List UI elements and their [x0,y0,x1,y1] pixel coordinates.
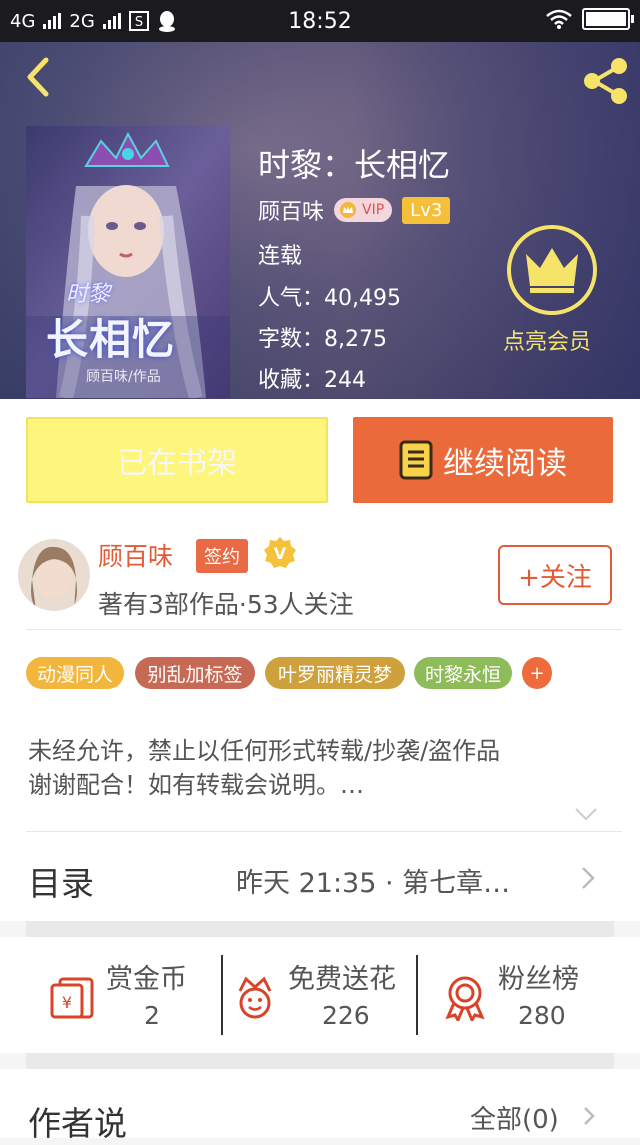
tag-list: 动漫同人 别乱加标签 叶罗丽精灵梦 时黎永恒 + [0,631,640,715]
status-bar: 4G 2G S 18:52 [0,0,640,42]
flower-icon [238,976,272,1019]
divider [26,831,622,832]
signed-badge: 签约 [196,539,248,573]
book-popularity: 人气：40,495 [258,286,401,311]
red-envelope-icon: ¥ [50,977,94,1019]
status-right [546,8,634,30]
author-section: 顾百味 签约 V 著有3部作品·53人关注 +关注 [0,521,640,631]
divider [26,629,622,630]
chevron-down-icon[interactable] [574,807,598,821]
member-button[interactable]: 点亮会员 [500,224,600,356]
book-header: 时黎 长相忆 顾百味/作品 时黎：长相忆 顾百味 VIP Lv3 连载 人气：4… [0,42,640,399]
flowers-label: 免费送花 [288,964,396,995]
avatar[interactable] [18,539,90,611]
medal-icon [445,976,485,1021]
verified-v-icon: V [264,537,296,568]
author-row: 顾百味 VIP Lv3 [258,194,451,226]
book-words: 字数：8,275 [258,327,387,352]
author-stats: 著有3部作品·53人关注 [98,590,354,619]
avatar-image [18,539,90,611]
add-tag-button[interactable]: + [522,657,552,689]
toc-label: 目录 [28,864,94,903]
chevron-right-icon [584,1107,595,1125]
table-of-contents-row[interactable]: 目录 昨天 21:35 · 第七章… [0,833,640,921]
fans-label: 粉丝榜 [498,964,579,995]
crown-ring-icon [507,225,597,315]
separator [221,955,223,1035]
tag-item[interactable]: 时黎永恒 [414,657,512,689]
author-says-row[interactable]: 作者说 全部(0) [0,1069,640,1143]
level-badge: Lv3 [402,196,451,224]
cover-title: 长相忆 [46,315,176,364]
stats-row: ¥ 赏金币 2 免费送花 226 粉丝榜 280 [0,937,640,1053]
description-line-1: 未经允许，禁止以任何形式转载/抄袭/盗作品 [28,737,501,765]
coins-value: 2 [144,1001,160,1030]
wifi-icon [546,9,572,29]
book-author[interactable]: 顾百味 [258,194,324,226]
tag-item[interactable]: 动漫同人 [26,657,124,689]
book-icon [399,440,433,480]
fans-value: 280 [518,1001,566,1030]
tag-item[interactable]: 叶罗丽精灵梦 [265,657,405,689]
description-line-2: 谢谢配合！如有转载会说明。… [28,771,364,799]
follow-button[interactable]: +关注 [498,545,612,605]
shelf-button[interactable]: 已在书架 [26,417,328,503]
separator [416,955,418,1035]
battery-icon [582,8,634,30]
section-gap [26,921,614,937]
book-favorites: 收藏：244 [258,368,366,393]
svg-text:¥: ¥ [62,993,72,1012]
author-name[interactable]: 顾百味 [98,537,173,573]
description-section[interactable]: 未经允许，禁止以任何形式转载/抄袭/盗作品 谢谢配合！如有转载会说明。… [0,715,640,833]
back-arrow-icon[interactable] [18,54,62,100]
share-icon[interactable] [580,56,630,106]
member-label: 点亮会员 [502,330,591,355]
cover-text: 时黎 [66,282,111,307]
chevron-right-icon [582,867,595,889]
clock: 18:52 [288,9,352,34]
action-bar: 已在书架 继续阅读 [0,399,640,521]
coins-label: 赏金币 [106,964,187,995]
book-title: 时黎：长相忆 [258,146,451,184]
toc-latest: 昨天 21:35 · 第七章… [236,868,511,899]
svg-text:V: V [274,544,287,563]
section-gap [26,1053,614,1069]
book-status: 连载 [258,244,303,269]
vip-label: VIP [362,202,385,218]
vip-badge: VIP [334,198,393,222]
book-cover[interactable]: 时黎 长相忆 顾百味/作品 [26,126,230,398]
continue-reading-button[interactable]: 继续阅读 [353,417,613,503]
author-says-all: 全部(0) [470,1105,559,1135]
tag-item[interactable]: 别乱加标签 [135,657,255,689]
flowers-value: 226 [322,1001,370,1030]
continue-reading-label: 继续阅读 [443,445,567,482]
crown-icon [340,202,357,218]
cover-author: 顾百味/作品 [86,369,161,385]
